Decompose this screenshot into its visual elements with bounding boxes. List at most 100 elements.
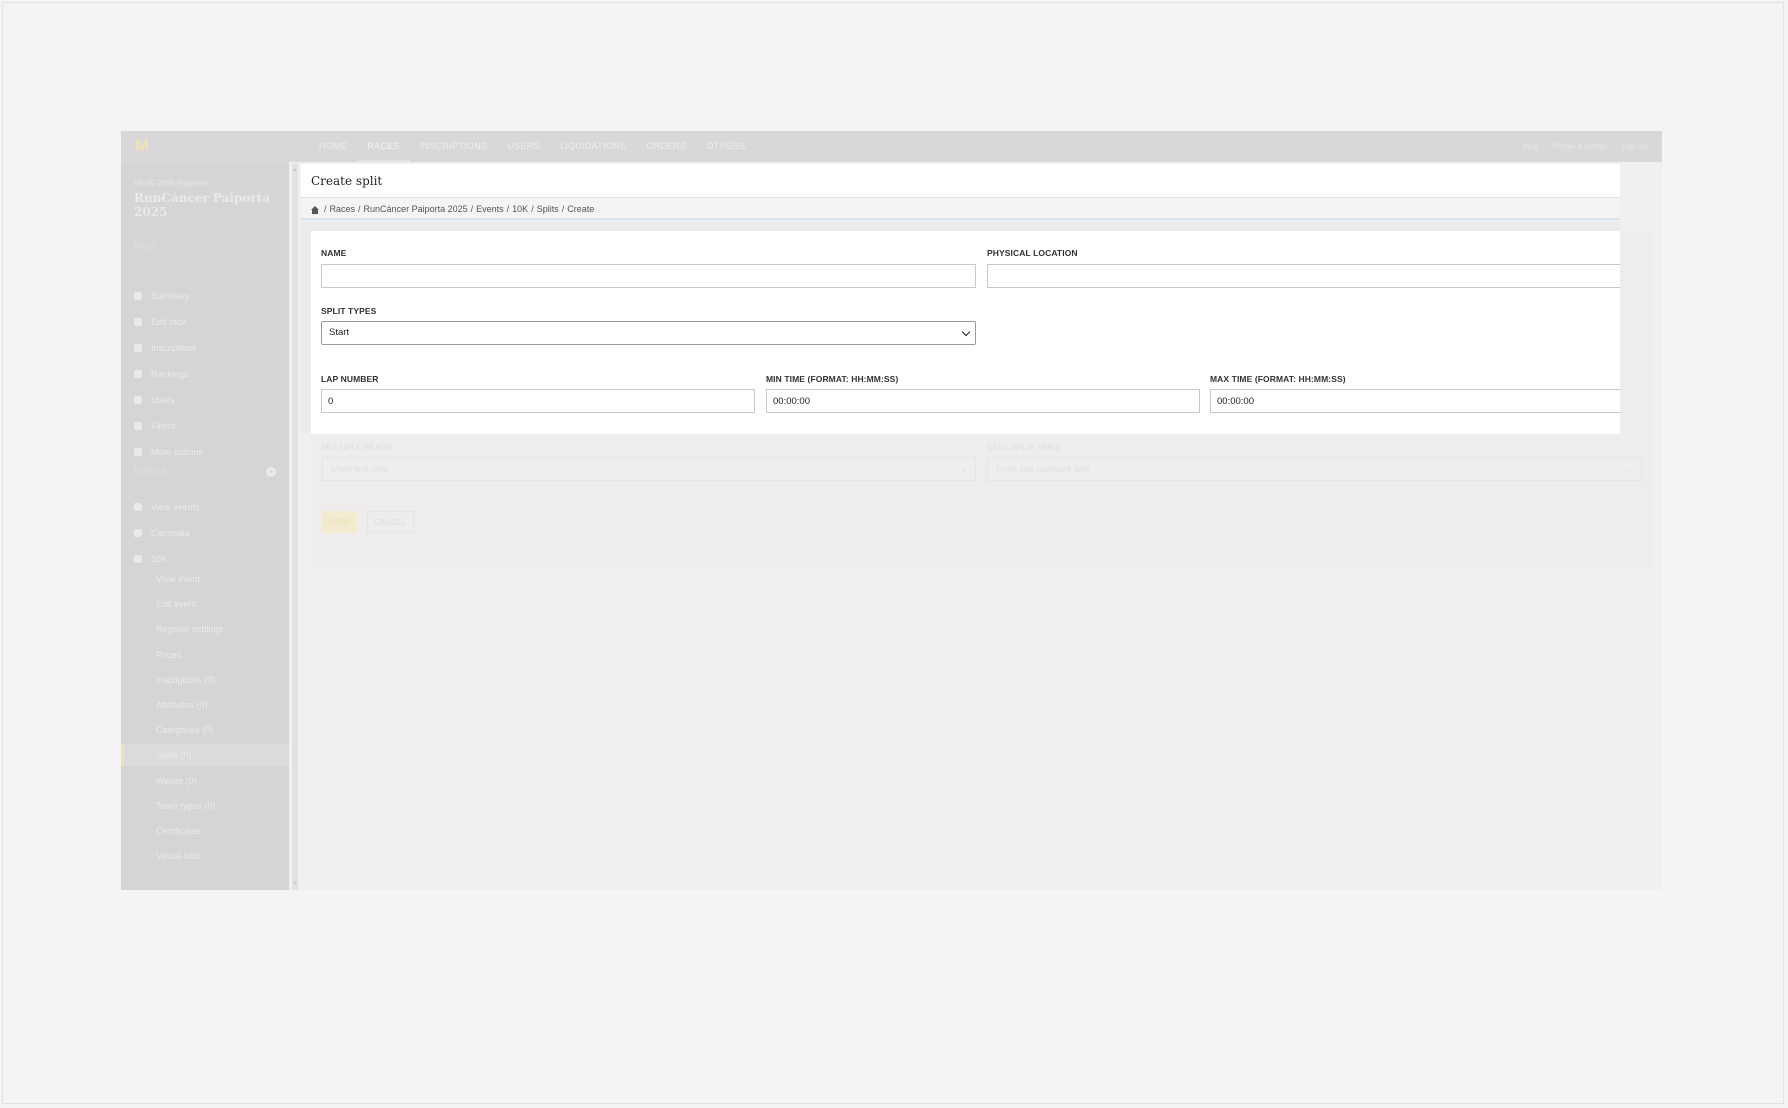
name-label: NAME <box>321 248 347 258</box>
nav-item-orders[interactable]: ORDERS <box>636 131 696 162</box>
name-input[interactable] <box>321 264 976 288</box>
breadcrumb-item[interactable]: 10K <box>512 198 528 220</box>
physical-location-input[interactable] <box>987 264 1620 288</box>
profile-link[interactable]: Profile & Admin <box>1553 131 1608 162</box>
multiple-reads-value: Used first time <box>331 464 389 474</box>
sidebar-event-caminata[interactable]: Caminata <box>134 528 190 538</box>
menu-item-icon <box>134 292 142 300</box>
nav-right: Help Profile & Admin Log out <box>1522 131 1648 162</box>
caret-right-icon <box>134 529 142 537</box>
calc-split-times-value: From last standard split <box>996 464 1090 474</box>
caret-down-icon <box>134 555 142 563</box>
sidebar-item-more-options[interactable]: More options <box>134 447 203 457</box>
sidebar-sub-item[interactable]: Categories (0) <box>156 725 213 735</box>
sidebar-item-label: Edit race <box>151 317 187 327</box>
sidebar-event-label: View events <box>151 502 200 512</box>
split-types-select[interactable]: Start <box>321 321 976 345</box>
calc-split-times-select[interactable]: From last standard split ⌄ <box>987 457 1642 481</box>
calc-split-times-label: CALC SPLIT TIMES <box>987 443 1061 452</box>
breadcrumb-item[interactable]: Splits <box>537 198 559 220</box>
split-types-label: SPLIT TYPES <box>321 306 377 316</box>
page-title: Create split <box>311 174 383 188</box>
sidebar-sub-item[interactable]: Inscriptions (0) <box>156 675 215 685</box>
breadcrumb-item[interactable]: Races <box>330 198 356 220</box>
chevron-down-icon: ⌄ <box>1625 464 1633 474</box>
lap-number-label: LAP NUMBER <box>321 374 379 384</box>
add-event-icon[interactable]: + <box>266 467 276 477</box>
cancel-button[interactable]: CANCEL <box>367 511 414 533</box>
race-date: 09-05-2025 Palporta <box>134 179 207 188</box>
scroll-down-icon[interactable]: ▼ <box>292 881 298 887</box>
multiple-reads-select[interactable]: Used first time ⌄ <box>322 457 976 481</box>
sidebar-event-view-events[interactable]: View events <box>134 502 199 512</box>
sidebar-item-inscriptions[interactable]: Inscriptions <box>134 343 197 353</box>
sidebar-item-label: Summary <box>151 291 190 301</box>
nav-item-home[interactable]: HOME <box>309 131 357 162</box>
breadcrumb-separator: / <box>561 204 565 214</box>
multiple-reads-label: MULTIPLE READS <box>322 443 392 452</box>
sidebar-item-edit-race[interactable]: Edit race <box>134 317 187 327</box>
min-time-label: MIN TIME (FORMAT: HH:MM:SS) <box>766 374 899 384</box>
modal-header: Create split <box>301 164 1620 198</box>
sidebar-sub-item[interactable]: Attributes (0) <box>156 700 208 710</box>
save-button[interactable]: SAVE <box>322 511 357 533</box>
race-heading: RACE <box>134 242 157 251</box>
breadcrumb-bar: / Races / RunCáncer Paiporta 2025/Events/10… <box>301 198 1620 220</box>
race-title: RunCáncer Paiporta 2025 <box>134 191 270 219</box>
logout-link[interactable]: Log out <box>1621 131 1648 162</box>
sidebar-item-label: Inscriptions <box>151 343 197 353</box>
nav-item-inscriptions[interactable]: INSCRIPTIONS <box>410 131 498 162</box>
events-heading: EVENTS <box>134 467 167 476</box>
sidebar-sub-item[interactable]: Team types (0) <box>156 801 216 811</box>
physical-location-label: PHYSICAL LOCATION <box>987 248 1078 258</box>
sidebar-item-label: Rankings <box>151 369 189 379</box>
sidebar: 09-05-2025 Palporta RunCáncer Paiporta 2… <box>121 162 289 890</box>
sidebar-item-users[interactable]: Users <box>134 395 175 405</box>
breadcrumb-separator: / <box>531 204 534 214</box>
brand-logo[interactable]: M <box>135 137 165 155</box>
nav-item-users[interactable]: USERS <box>497 131 550 162</box>
sidebar-event-10k[interactable]: 10K <box>134 554 167 564</box>
max-time-label: MAX TIME (FORMAT: HH:MM:SS) <box>1210 374 1346 384</box>
menu-item-icon <box>134 448 142 456</box>
scroll-up-icon[interactable]: ▲ <box>292 167 298 173</box>
menu-item-icon <box>134 318 142 326</box>
sidebar-sub-item[interactable]: Waves (0) <box>156 776 197 786</box>
nav-item-others[interactable]: OTHERS <box>697 131 756 162</box>
sidebar-sub-item[interactable]: View event <box>156 574 200 584</box>
breadcrumb-separator: / <box>324 204 327 214</box>
sidebar-scrollbar[interactable] <box>292 163 298 890</box>
split-types-value: Start <box>329 327 350 338</box>
sidebar-sub-item[interactable]: Prices <box>156 650 181 660</box>
menu-item-icon <box>134 422 142 430</box>
breadcrumb-item[interactable]: Events <box>476 198 504 220</box>
lap-number-input[interactable] <box>321 389 755 413</box>
split-form: NAME PHYSICAL LOCATION SPLIT TYPES Start… <box>311 231 1620 434</box>
sidebar-sub-item[interactable]: Certificates <box>156 826 201 836</box>
sidebar-item-label: Users <box>151 395 175 405</box>
sidebar-sub-item[interactable]: Virtual bibs <box>156 851 200 861</box>
sidebar-item-label: Filters <box>151 421 176 431</box>
list-icon <box>134 503 142 511</box>
help-link[interactable]: Help <box>1522 131 1538 162</box>
top-navbar: M HOME RACES INSCRIPTIONS USERS LIQUIDATIONS… <box>121 131 1662 162</box>
breadcrumb-item: Create <box>567 204 595 214</box>
sidebar-sub-item[interactable]: Register settings <box>156 624 223 634</box>
home-icon[interactable] <box>311 205 319 214</box>
sidebar-item-filters[interactable]: Filters <box>134 421 176 431</box>
menu-item-icon <box>134 344 142 352</box>
max-time-input[interactable] <box>1210 389 1620 413</box>
sidebar-sub-item[interactable]: Edit event <box>156 599 196 609</box>
breadcrumb-item[interactable]: RunCáncer Paiporta 2025 <box>364 198 468 220</box>
breadcrumb-separator: / <box>358 204 361 214</box>
sidebar-item-label: More options <box>151 447 204 457</box>
breadcrumb-separator: / <box>506 204 510 214</box>
min-time-input[interactable] <box>766 389 1200 413</box>
nav-item-races[interactable]: RACES <box>357 131 410 162</box>
sidebar-item-summary[interactable]: Summary <box>134 291 190 301</box>
chevron-down-icon <box>961 327 971 337</box>
sidebar-item-rankings[interactable]: Rankings <box>134 369 189 379</box>
menu-item-icon <box>134 370 142 378</box>
sidebar-sub-item[interactable]: Splits (0) <box>121 744 289 767</box>
nav-item-liquidations[interactable]: LIQUIDATIONS <box>550 131 636 162</box>
